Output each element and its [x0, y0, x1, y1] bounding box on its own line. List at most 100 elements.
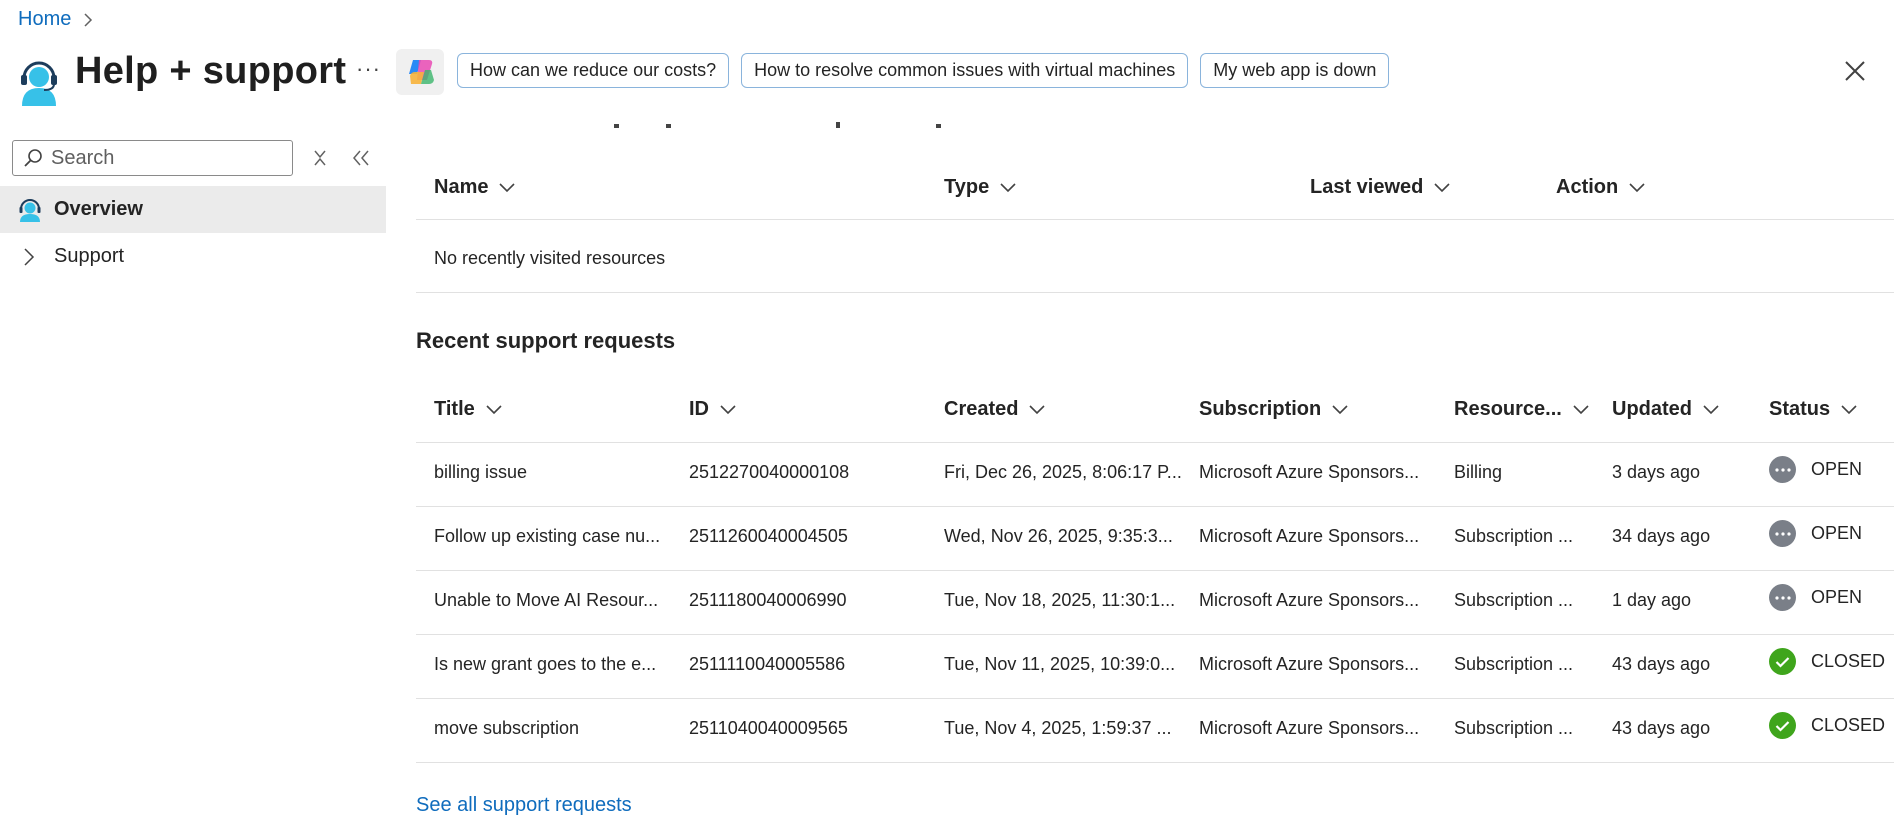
request-title[interactable]: billing issue — [434, 462, 527, 483]
request-subscription: Microsoft Azure Sponsors... — [1199, 462, 1420, 482]
suggestion-chip[interactable]: How can we reduce our costs? — [457, 53, 730, 88]
breadcrumb-home-link[interactable]: Home — [18, 8, 71, 31]
sidebar: Overview Support — [0, 116, 386, 826]
status-badge: CLOSED — [1769, 648, 1885, 675]
more-options-button[interactable]: ··· — [356, 56, 381, 82]
chevron-down-icon — [1629, 182, 1645, 192]
suggestion-chips: How can we reduce our costs? How to reso… — [457, 53, 1390, 88]
checkmark-circle-icon — [1769, 648, 1796, 675]
request-title[interactable]: Is new grant goes to the e... — [434, 654, 656, 675]
close-icon[interactable] — [1842, 58, 1868, 84]
request-subscription: Microsoft Azure Sponsors... — [1199, 718, 1420, 738]
empty-state-message: No recently visited resources — [434, 248, 666, 268]
section-title: Recent support requests — [416, 328, 676, 353]
request-created: Tue, Nov 4, 2025, 1:59:37 ... — [944, 718, 1172, 738]
chevron-right-icon — [84, 12, 93, 27]
request-created: Tue, Nov 11, 2025, 10:39:0... — [944, 654, 1176, 674]
sidebar-item-overview[interactable]: Overview — [0, 186, 386, 233]
sidebar-item-support[interactable]: Support — [0, 233, 386, 280]
column-header-action[interactable]: Action — [1556, 176, 1646, 199]
request-created: Wed, Nov 26, 2025, 9:35:3... — [944, 526, 1173, 546]
column-header-last-viewed[interactable]: Last viewed — [1310, 176, 1451, 199]
column-header-created[interactable]: Created — [944, 398, 1046, 421]
search-box — [12, 140, 293, 176]
request-title[interactable]: Unable to Move AI Resour... — [434, 590, 658, 611]
see-all-support-requests-link[interactable]: See all support requests — [416, 794, 632, 817]
status-text: OPEN — [1811, 587, 1863, 607]
divider — [416, 698, 1894, 699]
copilot-icon — [409, 60, 434, 84]
more-circle-icon — [1769, 456, 1796, 483]
request-id: 2511040040009565 — [689, 718, 848, 738]
copilot-button[interactable] — [396, 49, 444, 95]
main-content: Name Type Last viewed Action No recently… — [416, 116, 1894, 826]
status-text: OPEN — [1811, 459, 1863, 479]
chevron-down-icon — [1703, 404, 1719, 414]
column-header-status[interactable]: Status — [1769, 398, 1858, 421]
request-resource: Subscription ... — [1454, 654, 1574, 674]
divider — [416, 634, 1894, 635]
chevron-right-icon[interactable] — [22, 247, 36, 267]
request-updated: 43 days ago — [1612, 654, 1711, 674]
request-id: 2511180040006990 — [689, 590, 847, 610]
suggestion-chip[interactable]: My web app is down — [1200, 53, 1390, 88]
chevron-down-icon — [1332, 404, 1348, 414]
column-header-title[interactable]: Title — [434, 398, 503, 421]
column-header-updated[interactable]: Updated — [1612, 398, 1720, 421]
request-resource: Subscription ... — [1454, 590, 1574, 610]
request-updated: 34 days ago — [1612, 526, 1711, 546]
chevron-down-icon — [486, 404, 502, 414]
checkmark-circle-icon — [1769, 712, 1796, 739]
request-resource: Billing — [1454, 462, 1503, 482]
clipped-text-fragment — [614, 122, 941, 128]
suggestion-chip[interactable]: How to resolve common issues with virtua… — [741, 53, 1189, 88]
clear-search-icon[interactable] — [310, 148, 330, 168]
request-subscription: Microsoft Azure Sponsors... — [1199, 590, 1420, 610]
page-header: Help + support ··· How can we reduce our… — [0, 44, 1894, 116]
divider — [416, 442, 1894, 443]
status-badge: CLOSED — [1769, 712, 1885, 739]
breadcrumb: Home — [18, 8, 95, 31]
divider — [416, 506, 1894, 507]
status-badge: OPEN — [1769, 520, 1862, 547]
chevron-down-icon — [720, 404, 736, 414]
divider — [416, 762, 1894, 763]
collapse-sidebar-icon[interactable] — [350, 148, 372, 168]
request-updated: 43 days ago — [1612, 718, 1711, 738]
support-agent-icon — [19, 199, 41, 222]
column-header-name[interactable]: Name — [434, 176, 516, 199]
status-badge: OPEN — [1769, 584, 1862, 611]
sidebar-item-label: Support — [54, 245, 125, 267]
status-text: CLOSED — [1811, 715, 1886, 735]
column-header-type[interactable]: Type — [944, 176, 1017, 199]
request-resource: Subscription ... — [1454, 718, 1574, 738]
column-header-subscription[interactable]: Subscription — [1199, 398, 1349, 421]
divider — [416, 292, 1894, 293]
status-text: OPEN — [1811, 523, 1863, 543]
request-title[interactable]: Follow up existing case nu... — [434, 526, 660, 547]
divider — [416, 219, 1894, 220]
request-id: 2511110040005586 — [689, 654, 846, 674]
support-agent-icon — [21, 61, 57, 106]
more-circle-icon — [1769, 520, 1796, 547]
column-header-id[interactable]: ID — [689, 398, 737, 421]
request-id: 2511260040004505 — [689, 526, 848, 546]
chevron-down-icon — [1841, 404, 1857, 414]
chevron-down-icon — [1573, 404, 1589, 414]
divider — [416, 570, 1894, 571]
chevron-down-icon — [1029, 404, 1046, 414]
status-text: CLOSED — [1811, 651, 1886, 671]
search-input[interactable] — [51, 146, 271, 170]
chevron-down-icon — [1000, 182, 1016, 192]
request-title[interactable]: move subscription — [434, 718, 579, 739]
column-header-resource[interactable]: Resource... — [1454, 398, 1590, 421]
request-subscription: Microsoft Azure Sponsors... — [1199, 654, 1420, 674]
chevron-down-icon — [499, 182, 516, 192]
chevron-down-icon — [1434, 182, 1450, 192]
status-badge: OPEN — [1769, 456, 1862, 483]
request-updated: 1 day ago — [1612, 590, 1692, 610]
request-resource: Subscription ... — [1454, 526, 1574, 546]
more-circle-icon — [1769, 584, 1796, 611]
page-title: Help + support — [75, 50, 347, 92]
request-updated: 3 days ago — [1612, 462, 1701, 482]
